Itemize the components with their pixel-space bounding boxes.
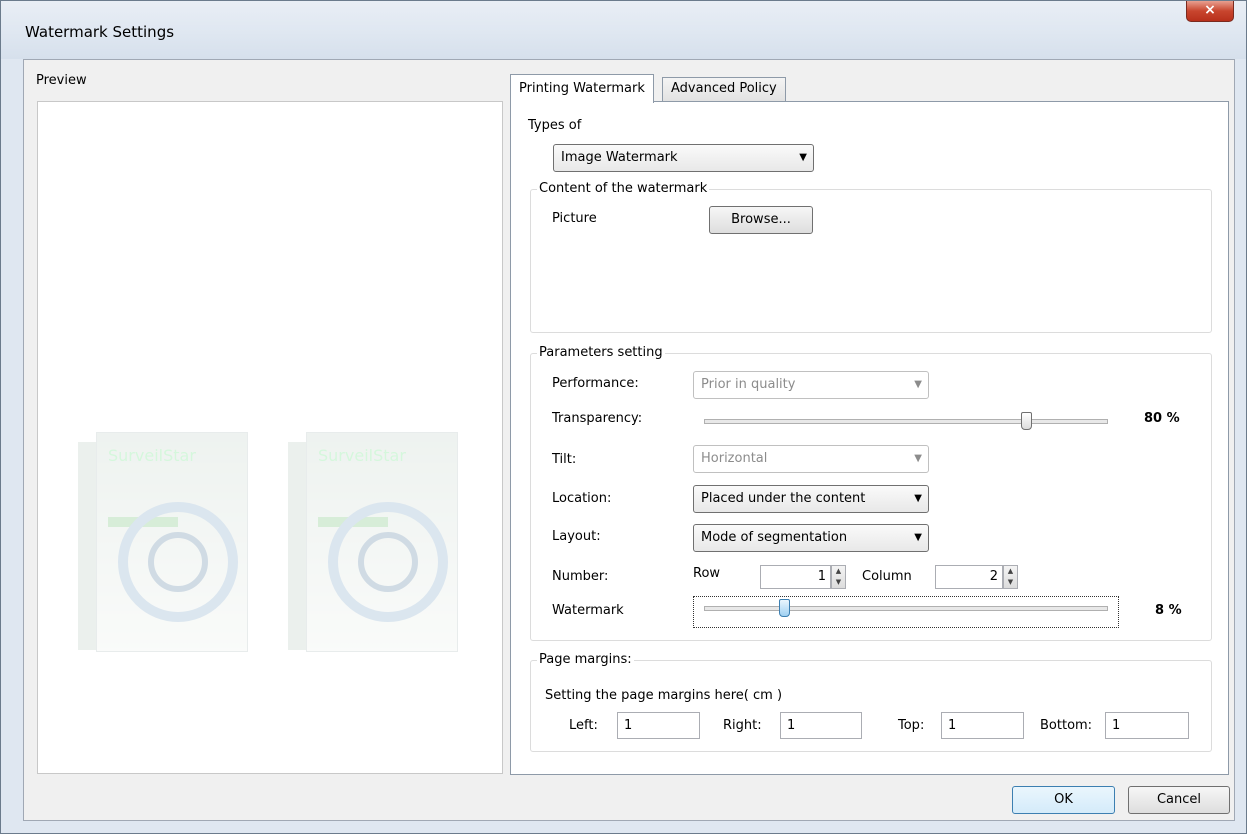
top-margin-input[interactable]: 1 — [941, 712, 1024, 739]
top-margin-label: Top: — [898, 718, 925, 733]
row-spinner-buttons[interactable]: ▲ ▼ — [831, 565, 846, 589]
ok-button[interactable]: OK — [1012, 786, 1115, 814]
column-label: Column — [862, 569, 912, 584]
types-label: Types of — [528, 118, 582, 133]
margins-hint: Setting the page margins here( cm ) — [545, 688, 783, 703]
margins-group-label: Page margins: — [537, 652, 634, 667]
transparency-label: Transparency: — [552, 411, 643, 426]
transparency-slider-thumb[interactable] — [1020, 412, 1032, 430]
location-label: Location: — [552, 491, 612, 506]
watermark-type-value: Image Watermark — [561, 150, 678, 165]
left-margin-label: Left: — [569, 718, 598, 733]
picture-label: Picture — [552, 211, 597, 226]
number-label: Number: — [552, 569, 609, 584]
window-frame-left — [1, 59, 23, 833]
preview-watermark-image: SurveilStar — [288, 432, 458, 652]
content-group-label: Content of the watermark — [537, 181, 710, 196]
watermark-value: 8 % — [1155, 603, 1182, 618]
watermark-type-select[interactable]: Image Watermark ▼ — [553, 144, 814, 172]
right-margin-label: Right: — [723, 718, 762, 733]
watermark-slider-track[interactable] — [704, 606, 1108, 611]
parameters-group-label: Parameters setting — [537, 345, 665, 360]
tilt-select: Horizontal ▼ — [693, 445, 929, 473]
transparency-value: 80 % — [1144, 411, 1180, 426]
tab-advanced-policy[interactable]: Advanced Policy — [662, 77, 786, 101]
column-spinner-buttons[interactable]: ▲ ▼ — [1003, 565, 1018, 589]
title-bar[interactable]: Watermark Settings × — [1, 1, 1246, 59]
row-label: Row — [693, 566, 721, 581]
browse-button[interactable]: Browse... — [709, 206, 813, 234]
performance-select: Prior in quality ▼ — [693, 371, 929, 399]
preview-area: SurveilStar SurveilStar — [37, 101, 503, 774]
left-margin-input[interactable]: 1 — [617, 712, 700, 739]
chevron-down-icon: ▼ — [914, 453, 922, 464]
layout-value: Mode of segmentation — [701, 530, 848, 545]
column-spinner-input[interactable]: 2 — [935, 565, 1003, 589]
spin-up-icon[interactable]: ▲ — [1004, 566, 1017, 577]
preview-watermark-image: SurveilStar — [78, 432, 248, 652]
preview-brand-text: SurveilStar — [108, 446, 196, 465]
spin-up-icon[interactable]: ▲ — [832, 566, 845, 577]
chevron-down-icon: ▼ — [914, 379, 922, 390]
cancel-button[interactable]: Cancel — [1128, 786, 1230, 814]
preview-label: Preview — [36, 73, 87, 88]
close-button[interactable]: × — [1186, 1, 1234, 22]
performance-value: Prior in quality — [701, 377, 796, 392]
right-margin-input[interactable]: 1 — [780, 712, 862, 739]
performance-label: Performance: — [552, 376, 639, 391]
chevron-down-icon: ▼ — [914, 493, 922, 504]
transparency-slider-track[interactable] — [704, 419, 1108, 424]
content-group — [530, 189, 1212, 333]
spin-down-icon[interactable]: ▼ — [1004, 577, 1017, 588]
watermark-slider-focus — [693, 596, 1119, 628]
watermark-slider-thumb[interactable] — [779, 599, 791, 617]
preview-brand-text: SurveilStar — [318, 446, 406, 465]
location-value: Placed under the content — [701, 491, 866, 506]
chevron-down-icon: ▼ — [799, 152, 807, 163]
layout-select[interactable]: Mode of segmentation ▼ — [693, 524, 929, 552]
tilt-label: Tilt: — [552, 452, 577, 467]
close-icon: × — [1204, 2, 1216, 18]
location-select[interactable]: Placed under the content ▼ — [693, 485, 929, 513]
bottom-margin-input[interactable]: 1 — [1105, 712, 1189, 739]
bottom-margin-label: Bottom: — [1040, 718, 1093, 733]
row-spinner-input[interactable]: 1 — [760, 565, 831, 589]
layout-label: Layout: — [552, 529, 601, 544]
chevron-down-icon: ▼ — [914, 532, 922, 543]
window-frame-bottom — [1, 819, 1246, 833]
spin-down-icon[interactable]: ▼ — [832, 577, 845, 588]
tilt-value: Horizontal — [701, 451, 768, 466]
watermark-label: Watermark — [552, 603, 624, 618]
window-title: Watermark Settings — [25, 23, 175, 41]
tab-printing-watermark[interactable]: Printing Watermark — [510, 74, 654, 103]
